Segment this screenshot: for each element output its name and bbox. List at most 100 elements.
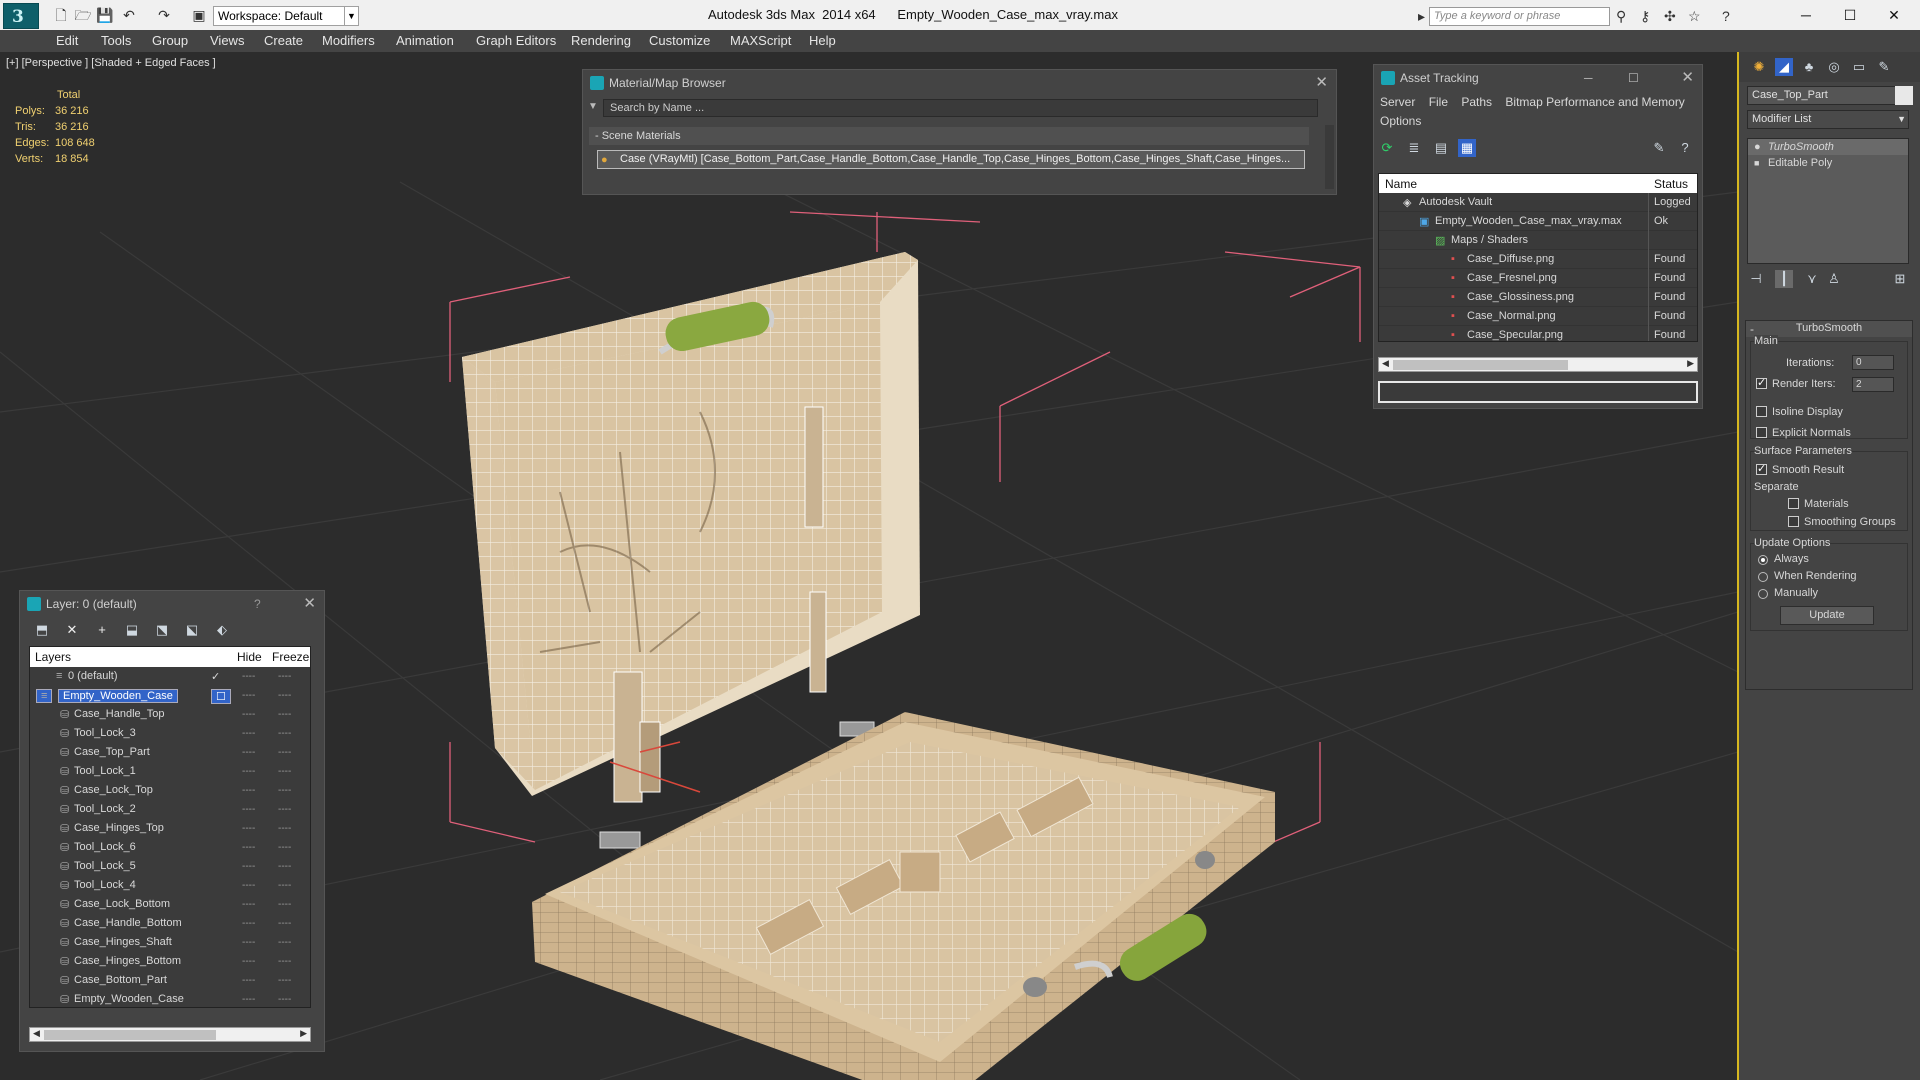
material-search-input[interactable]: Search by Name ...	[603, 99, 1318, 117]
expand-icon[interactable]: ■	[1754, 155, 1759, 171]
hide-toggle[interactable]: ----	[242, 880, 255, 891]
undo-icon[interactable]: ↶	[120, 7, 138, 23]
render-iters-checkbox[interactable]	[1756, 376, 1767, 389]
app-logo-icon[interactable]: 3	[3, 3, 39, 29]
scroll-right-icon[interactable]: ▶	[300, 1028, 307, 1039]
open-file-icon[interactable]: 🗁	[74, 7, 92, 23]
isoline-checkbox[interactable]	[1756, 406, 1767, 417]
asset-hscrollbar[interactable]: ◀ ▶	[1378, 357, 1698, 372]
create-layer-icon[interactable]: ⬒	[33, 621, 51, 639]
save-file-icon[interactable]: 💾	[96, 7, 114, 23]
freeze-toggle[interactable]: ----	[278, 880, 291, 891]
help-icon[interactable]: ?	[1722, 8, 1730, 24]
play-icon[interactable]: ▸	[1418, 8, 1425, 25]
freeze-toggle[interactable]: ----	[278, 956, 291, 967]
freeze-toggle[interactable]: ----	[278, 747, 291, 758]
bulb-icon[interactable]: ●	[1754, 139, 1761, 155]
scroll-left-icon[interactable]: ◀	[33, 1028, 40, 1039]
render-iters-spinner[interactable]: 2	[1852, 377, 1894, 392]
maximize-icon[interactable]: ☐	[1828, 2, 1872, 28]
layer-row[interactable]: ⛁ Tool_Lock_5 ---- ----	[30, 857, 310, 876]
show-end-result-icon[interactable]: ┃	[1775, 270, 1793, 288]
table-row[interactable]: ▪ Case_Normal.png Found	[1379, 307, 1697, 326]
menu-create[interactable]: Create	[264, 33, 303, 48]
menu-animation[interactable]: Animation	[396, 33, 454, 48]
table-row[interactable]: ▣ Empty_Wooden_Case_max_vray.max Ok	[1379, 212, 1697, 231]
material-browser-titlebar[interactable]: Material/Map Browser ✕	[583, 70, 1336, 96]
hide-toggle[interactable]: ----	[242, 823, 255, 834]
close-icon[interactable]: ✕	[1872, 2, 1916, 28]
layer-row[interactable]: ⛁ Case_Handle_Bottom ---- ----	[30, 914, 310, 933]
display-tab-icon[interactable]: ▭	[1850, 58, 1868, 76]
layer-row[interactable]: ⛁ Case_Hinges_Top ---- ----	[30, 819, 310, 838]
scroll-thumb[interactable]	[1393, 360, 1568, 370]
object-color-swatch[interactable]	[1895, 86, 1913, 105]
help-icon[interactable]: ?	[254, 591, 261, 617]
viewport-label[interactable]: [+] [Perspective ] [Shaded + Edged Faces…	[6, 57, 216, 69]
menu-options[interactable]: Options	[1380, 114, 1421, 128]
always-radio[interactable]	[1758, 555, 1768, 565]
new-file-icon[interactable]: 🗋	[52, 7, 70, 23]
menu-tools[interactable]: Tools	[101, 33, 131, 48]
hide-toggle[interactable]: ----	[242, 671, 255, 682]
layer-row[interactable]: ⛁ Tool_Lock_3 ---- ----	[30, 724, 310, 743]
hide-toggle[interactable]: ----	[242, 728, 255, 739]
scroll-thumb[interactable]	[44, 1030, 216, 1040]
explicit-normals-checkbox[interactable]	[1756, 427, 1767, 438]
table-view-icon[interactable]: ▤	[1432, 139, 1450, 157]
add-to-layer-icon[interactable]: +	[93, 621, 111, 639]
menu-edit[interactable]: Edit	[56, 33, 78, 48]
layer-explorer-titlebar[interactable]: Layer: 0 (default) ? ✕	[20, 591, 324, 617]
freeze-toggle[interactable]: ----	[278, 994, 291, 1005]
asset-path-field[interactable]	[1378, 381, 1698, 403]
materials-checkbox[interactable]	[1788, 498, 1799, 509]
stack-item-turbosmooth[interactable]: ● TurboSmooth	[1748, 139, 1908, 155]
maximize-icon[interactable]: ☐	[1628, 65, 1639, 91]
redo-icon[interactable]: ↷	[155, 7, 173, 23]
active-layer-check-icon[interactable]: ✓	[211, 670, 220, 683]
scroll-right-icon[interactable]: ▶	[1687, 358, 1694, 369]
hide-toggle[interactable]: ----	[242, 804, 255, 815]
pin-stack-icon[interactable]: ⊣	[1747, 270, 1765, 288]
list-view-icon[interactable]: ≣	[1405, 139, 1423, 157]
freeze-toggle[interactable]: ----	[278, 671, 291, 682]
highlight-icon[interactable]: ✎	[1650, 139, 1668, 157]
hide-toggle[interactable]: ----	[242, 994, 255, 1005]
layer-row[interactable]: ⛁ Case_Hinges_Bottom ---- ----	[30, 952, 310, 971]
col-layers[interactable]: Layers	[35, 650, 71, 664]
hide-toggle[interactable]: ----	[242, 899, 255, 910]
iterations-spinner[interactable]: 0	[1852, 355, 1894, 370]
col-hide[interactable]: Hide	[237, 650, 262, 664]
hide-toggle[interactable]: ----	[242, 747, 255, 758]
create-tab-icon[interactable]: ✺	[1750, 58, 1768, 76]
menu-rendering[interactable]: Rendering	[571, 33, 631, 48]
col-status[interactable]: Status	[1654, 177, 1688, 191]
hide-toggle[interactable]: ----	[242, 766, 255, 777]
layer-row[interactable]: ⛁ Case_Lock_Bottom ---- ----	[30, 895, 310, 914]
close-icon[interactable]: ✕	[1681, 65, 1694, 91]
menu-maxscript[interactable]: MAXScript	[730, 33, 791, 48]
hide-toggle[interactable]: ----	[242, 937, 255, 948]
refresh-icon[interactable]: ⟳	[1378, 139, 1396, 157]
delete-layer-icon[interactable]: ✕	[63, 621, 81, 639]
grid-view-icon[interactable]: ▦	[1458, 139, 1476, 157]
layer-row[interactable]: ⛁ Case_Hinges_Shaft ---- ----	[30, 933, 310, 952]
update-button[interactable]: Update	[1780, 606, 1874, 625]
chevron-down-icon[interactable]: ▼	[344, 7, 358, 25]
freeze-toggle[interactable]: ----	[278, 975, 291, 986]
when-rendering-radio[interactable]	[1758, 572, 1768, 582]
col-name[interactable]: Name	[1385, 177, 1417, 191]
freeze-toggle[interactable]: ----	[278, 918, 291, 929]
hide-toggle[interactable]: ----	[242, 918, 255, 929]
modifier-list-dropdown[interactable]: Modifier List ▼	[1747, 110, 1909, 129]
stack-item-editable-poly[interactable]: ■ Editable Poly	[1748, 155, 1908, 171]
menu-modifiers[interactable]: Modifiers	[322, 33, 375, 48]
scroll-left-icon[interactable]: ◀	[1382, 358, 1389, 369]
help-tool-icon[interactable]: ?	[1676, 139, 1694, 157]
material-scrollbar[interactable]	[1325, 125, 1334, 189]
scene-materials-group[interactable]: - Scene Materials	[589, 127, 1309, 145]
close-icon[interactable]: ✕	[303, 591, 316, 617]
layer-row[interactable]: ≡ 0 (default) ---- ---- ✓	[30, 667, 310, 686]
binoculars-icon[interactable]: ⚲	[1616, 8, 1626, 25]
menu-triangle-icon[interactable]: ▼	[588, 101, 598, 112]
